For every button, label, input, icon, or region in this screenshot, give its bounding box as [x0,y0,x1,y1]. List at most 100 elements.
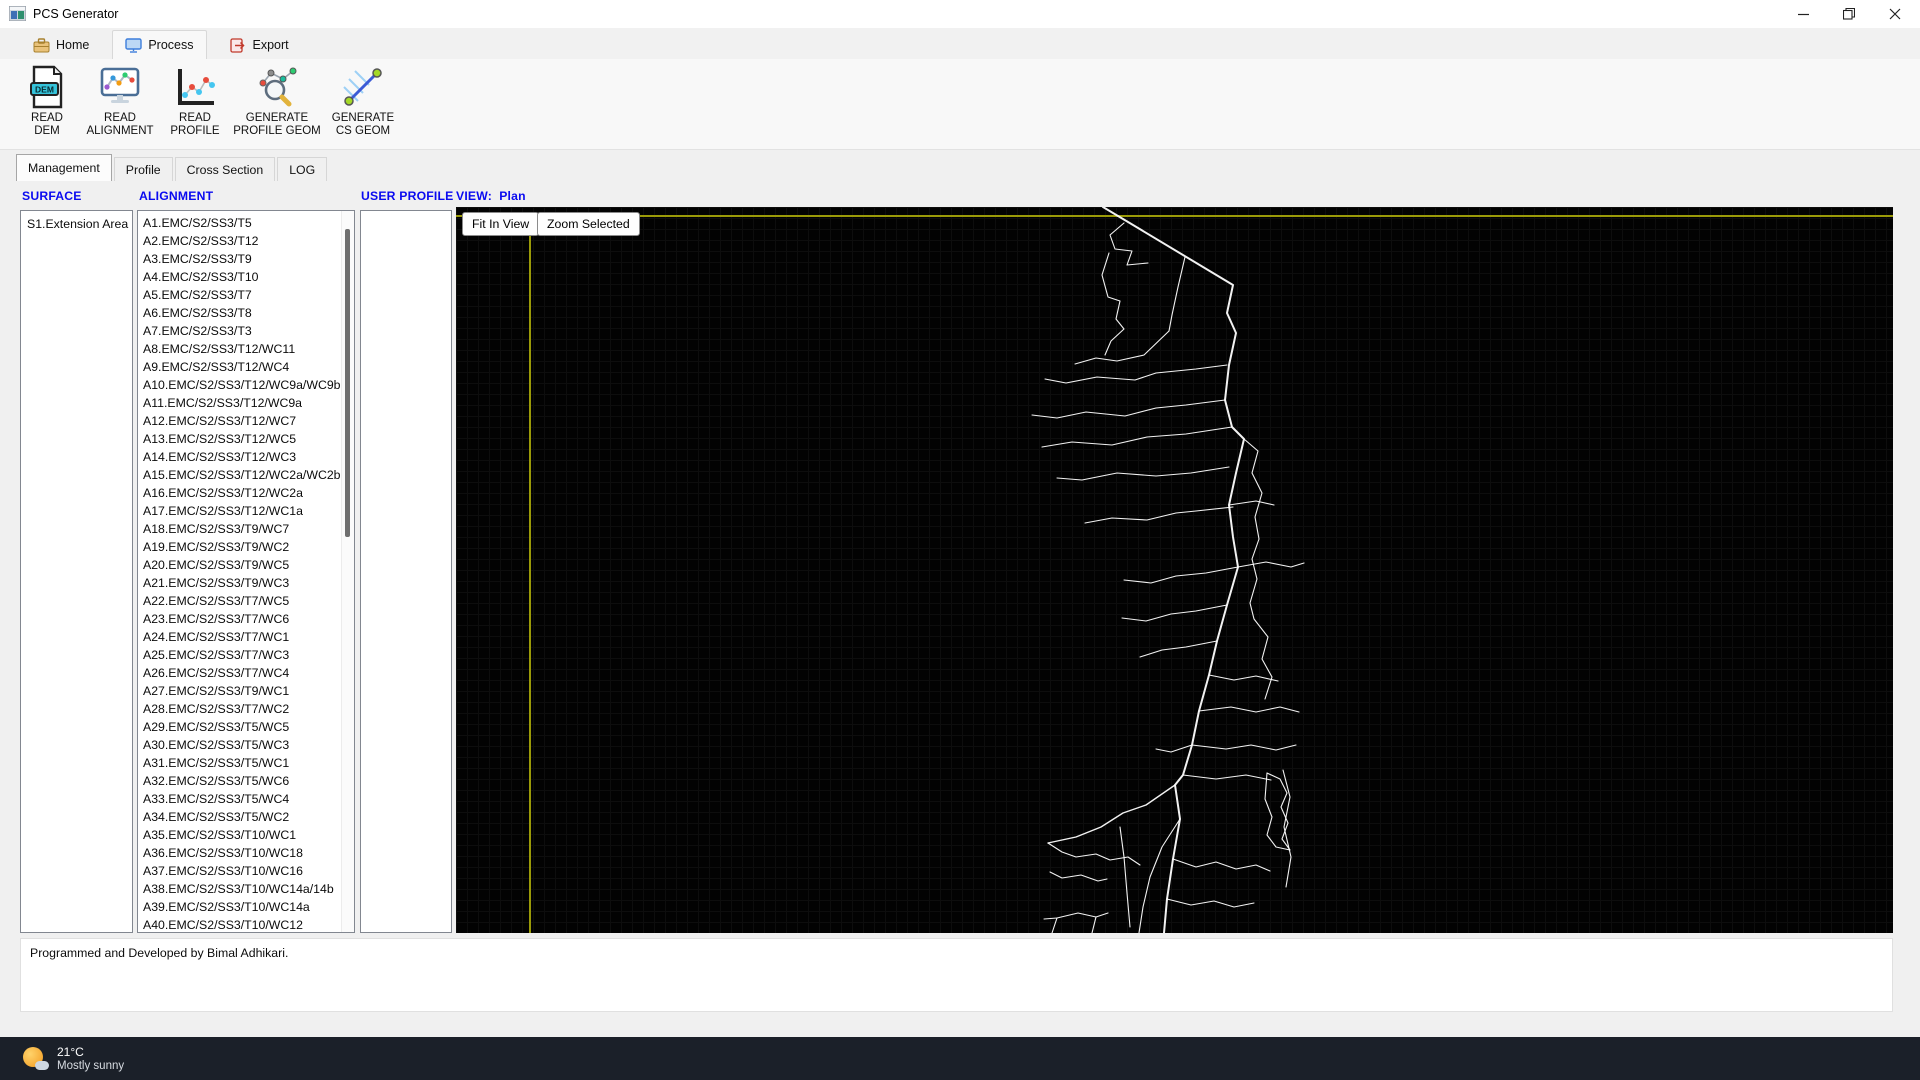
alignment-list-item[interactable]: A26.EMC/S2/SS3/T7/WC4 [138,664,354,682]
alignment-list-item[interactable]: A37.EMC/S2/SS3/T10/WC16 [138,862,354,880]
alignment-list-item[interactable]: A8.EMC/S2/SS3/T12/WC11 [138,340,354,358]
plan-polyline [1057,467,1229,480]
tab-profile-label: Profile [126,163,161,177]
tab-log[interactable]: LOG [277,157,327,181]
plan-polyline [1110,223,1148,265]
alignment-list-item[interactable]: A31.EMC/S2/SS3/T5/WC1 [138,754,354,772]
read-alignment-label-2: ALIGNMENT [86,125,153,137]
alignment-list-item[interactable]: A11.EMC/S2/SS3/T12/WC9a [138,394,354,412]
plan-polyline [1120,827,1130,927]
weather-icon [22,1045,49,1072]
weather-widget[interactable]: 21°C Mostly sunny [12,1037,134,1080]
alignment-list-item[interactable]: A6.EMC/S2/SS3/T8 [138,304,354,322]
alignment-list-item[interactable]: A22.EMC/S2/SS3/T7/WC5 [138,592,354,610]
user-profile-label: USER PROFILE [361,189,453,203]
read-alignment-button[interactable]: READALIGNMENT [80,59,160,149]
profile-chart-icon [173,64,217,110]
plan-polyline [1229,501,1274,505]
alignment-list-item[interactable]: A15.EMC/S2/SS3/T12/WC2a/WC2b [138,466,354,484]
alignment-list-item[interactable]: A17.EMC/S2/SS3/T12/WC1a [138,502,354,520]
alignment-list-item[interactable]: A9.EMC/S2/SS3/T12/WC4 [138,358,354,376]
alignment-list-item[interactable]: A14.EMC/S2/SS3/T12/WC3 [138,448,354,466]
alignment-list-item[interactable]: A12.EMC/S2/SS3/T12/WC7 [138,412,354,430]
alignment-list-item[interactable]: A30.EMC/S2/SS3/T5/WC3 [138,736,354,754]
tab-export[interactable]: Export [217,30,302,59]
alignment-list-item[interactable]: A20.EMC/S2/SS3/T9/WC5 [138,556,354,574]
plan-polyline [1156,745,1192,752]
alignment-list-item[interactable]: A38.EMC/S2/SS3/T10/WC14a/14b [138,880,354,898]
alignment-list-item[interactable]: A23.EMC/S2/SS3/T7/WC6 [138,610,354,628]
alignment-list-item[interactable]: A21.EMC/S2/SS3/T9/WC3 [138,574,354,592]
read-dem-button[interactable]: DEM READDEM [16,59,78,149]
plan-polyline [1045,365,1227,383]
plan-polyline [1238,562,1304,567]
zoom-selected-button[interactable]: Zoom Selected [537,212,640,236]
alignment-scrollbar-thumb[interactable] [345,229,350,537]
alignment-list-item[interactable]: A39.EMC/S2/SS3/T10/WC14a [138,898,354,916]
tab-home[interactable]: Home [20,30,102,59]
user-profile-list[interactable] [360,210,452,933]
generate-cs-geom-label-1: GENERATE [332,112,394,124]
tab-management[interactable]: Management [16,154,112,181]
weather-condition: Mostly sunny [57,1059,124,1073]
plan-polyline [1209,675,1278,681]
alignment-list-item[interactable]: A27.EMC/S2/SS3/T9/WC1 [138,682,354,700]
alignment-list-item[interactable]: A29.EMC/S2/SS3/T5/WC5 [138,718,354,736]
plan-polyline [1139,819,1180,933]
alignment-list-item[interactable]: A10.EMC/S2/SS3/T12/WC9a/WC9b [138,376,354,394]
tab-cross-section-label: Cross Section [187,163,264,177]
plan-polyline [1244,439,1272,699]
read-alignment-label-1: READ [104,112,136,124]
credit-text: Programmed and Developed by Bimal Adhika… [21,939,1892,960]
close-button[interactable] [1872,0,1918,28]
alignment-list-item[interactable]: A5.EMC/S2/SS3/T7 [138,286,354,304]
tab-process-label: Process [148,38,193,52]
alignment-list-item[interactable]: A32.EMC/S2/SS3/T5/WC6 [138,772,354,790]
tab-cross-section[interactable]: Cross Section [175,157,276,181]
dem-file-icon: DEM [25,64,69,110]
plan-polyline [1124,567,1238,583]
alignment-list-item[interactable]: A7.EMC/S2/SS3/T3 [138,322,354,340]
alignment-list-item[interactable]: A2.EMC/S2/SS3/T12 [138,232,354,250]
surface-list-item[interactable]: S1.Extension Area [21,214,132,234]
alignment-list-item[interactable]: A13.EMC/S2/SS3/T12/WC5 [138,430,354,448]
alignment-list-item[interactable]: A33.EMC/S2/SS3/T5/WC4 [138,790,354,808]
tab-process[interactable]: Process [112,30,206,59]
network-magnifier-icon [255,64,299,110]
plan-polyline [1048,843,1140,865]
generate-cs-geom-button[interactable]: GENERATECS GEOM [326,59,400,149]
alignment-list-item[interactable]: A35.EMC/S2/SS3/T10/WC1 [138,826,354,844]
plan-polyline [1044,913,1108,919]
monitor-icon [125,38,142,53]
alignment-list-item[interactable]: A4.EMC/S2/SS3/T10 [138,268,354,286]
alignment-list-item[interactable]: A28.EMC/S2/SS3/T7/WC2 [138,700,354,718]
alignment-list-item[interactable]: A18.EMC/S2/SS3/T9/WC7 [138,520,354,538]
tab-log-label: LOG [289,163,315,177]
fit-in-view-button[interactable]: Fit In View [462,212,539,236]
alignment-list-item[interactable]: A24.EMC/S2/SS3/T7/WC1 [138,628,354,646]
restore-button[interactable] [1826,0,1872,28]
alignment-list-item[interactable]: A1.EMC/S2/SS3/T5 [138,214,354,232]
plan-view-canvas[interactable]: Fit In View Zoom Selected [456,207,1893,933]
minimize-button[interactable] [1780,0,1826,28]
surface-list[interactable]: S1.Extension Area [20,210,133,933]
alignment-list[interactable]: A1.EMC/S2/SS3/T5A2.EMC/S2/SS3/T12A3.EMC/… [137,210,355,933]
tab-profile[interactable]: Profile [114,157,173,181]
alignment-scrollbar[interactable] [341,211,354,932]
alignment-list-item[interactable]: A19.EMC/S2/SS3/T9/WC2 [138,538,354,556]
alignment-list-item[interactable]: A36.EMC/S2/SS3/T10/WC18 [138,844,354,862]
alignment-list-item[interactable]: A34.EMC/S2/SS3/T5/WC2 [138,808,354,826]
generate-profile-geom-button[interactable]: GENERATEPROFILE GEOM [230,59,324,149]
briefcase-icon [33,38,50,53]
status-panel: Programmed and Developed by Bimal Adhika… [20,938,1893,1012]
plan-polyline [1042,427,1232,447]
read-profile-label-1: READ [179,112,211,124]
window-title: PCS Generator [33,7,118,21]
read-profile-button[interactable]: READPROFILE [162,59,228,149]
alignment-list-item[interactable]: A25.EMC/S2/SS3/T7/WC3 [138,646,354,664]
alignment-list-item[interactable]: A16.EMC/S2/SS3/T12/WC2a [138,484,354,502]
alignment-list-item[interactable]: A40.EMC/S2/SS3/T10/WC12 [138,916,354,933]
alignment-list-item[interactable]: A3.EMC/S2/SS3/T9 [138,250,354,268]
read-dem-label-2: DEM [34,125,60,137]
ribbon-tab-strip: Home Process Export [0,28,1920,59]
